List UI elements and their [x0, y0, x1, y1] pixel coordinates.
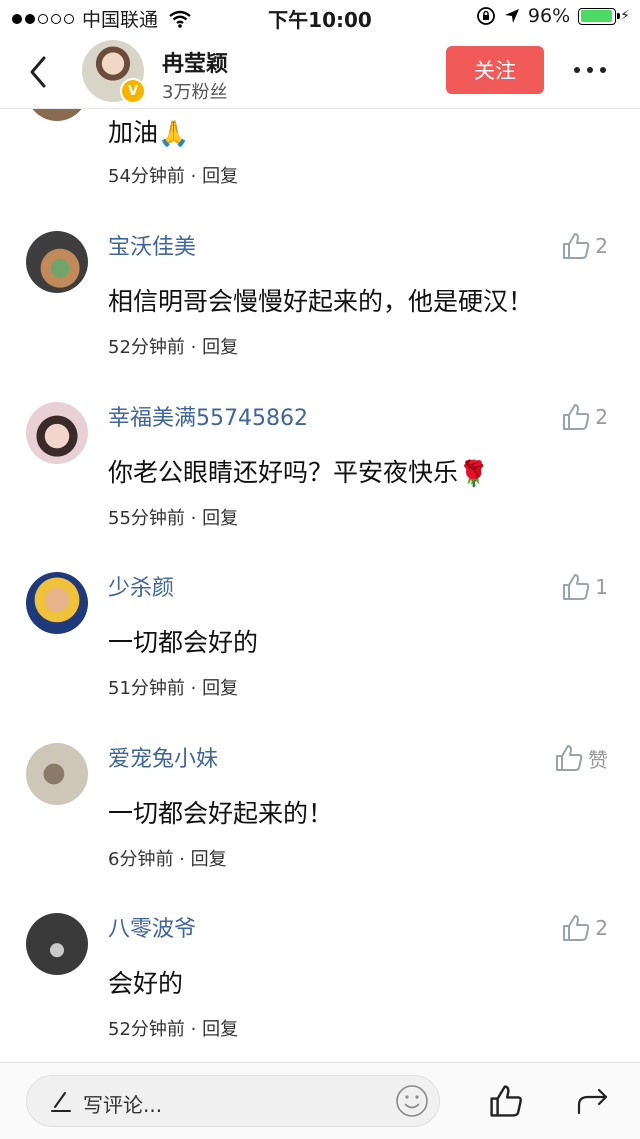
like-button[interactable]: 1 [561, 572, 608, 602]
fans-count: 3万粉丝 [162, 82, 228, 103]
comment-text-wrap: 你老公眼睛还好吗？平安夜快乐🌹 [108, 453, 489, 489]
praying-hands-emoji: 🙏 [158, 119, 190, 148]
comment-username[interactable]: 少杀颜 [108, 570, 174, 602]
comment-input[interactable]: 写评论... [26, 1075, 440, 1127]
comment-time: 52分钟前 [108, 1019, 185, 1040]
rose-emoji: 🌹 [458, 459, 490, 488]
comment-username[interactable]: 爱宠兔小妹 [108, 741, 218, 773]
comment-username[interactable]: 幸福美满55745862 [108, 400, 308, 432]
comment-placeholder: 写评论... [83, 1093, 163, 1117]
comment-time: 6分钟前 [108, 849, 174, 870]
reply-link[interactable]: 回复 [202, 337, 238, 358]
like-count: 2 [595, 405, 608, 429]
share-icon[interactable] [576, 1085, 610, 1117]
comment-item: 八零波爷 2 会好的 52分钟前 · 回复 [0, 909, 640, 1059]
avatar[interactable] [26, 743, 88, 805]
like-count: 1 [595, 575, 608, 599]
smiley-icon[interactable] [395, 1084, 429, 1118]
comment-text: 相信明哥会慢慢好起来的，他是硬汉！ [108, 287, 534, 316]
like-count: 2 [595, 916, 608, 940]
avatar[interactable] [26, 231, 88, 293]
comment-time: 51分钟前 [108, 678, 185, 699]
battery-percent: 96% [527, 5, 571, 27]
comment-meta: 52分钟前 · 回复 [108, 333, 238, 359]
thumbs-up-icon[interactable] [488, 1083, 524, 1119]
comment-item: 幸福美满55745862 2 你老公眼睛还好吗？平安夜快乐🌹 55分钟前 · 回… [0, 398, 640, 548]
like-button[interactable]: 2 [561, 231, 608, 261]
comment-username[interactable]: 宝沃佳美 [108, 229, 196, 261]
bottom-bar: 写评论... [0, 1062, 640, 1139]
comment-meta: 6分钟前 · 回复 [108, 845, 227, 871]
thumbs-up-icon [563, 404, 590, 430]
thumbs-up-icon [563, 574, 590, 600]
comment-username[interactable]: 八零波爷 [108, 911, 196, 943]
meta-separator: · [184, 1019, 203, 1040]
verified-badge-icon: V [120, 78, 146, 104]
thumbs-up-icon [563, 233, 590, 259]
comment-text: 会好的 [108, 969, 184, 998]
like-button[interactable]: 2 [561, 402, 608, 432]
more-icon[interactable] [574, 58, 614, 82]
thumbs-up-icon [563, 915, 590, 941]
comment-text: 一切都会好起来的！ [108, 799, 334, 828]
status-bar: 中国联通 下午10:00 96% ⚡ [0, 0, 640, 36]
comment-time: 54分钟前 [108, 166, 185, 187]
comment-text: 加油 [108, 118, 159, 147]
comment-time: 55分钟前 [108, 508, 185, 529]
reply-link[interactable]: 回复 [202, 678, 238, 699]
profile-avatar[interactable]: V [82, 40, 146, 104]
avatar[interactable] [26, 402, 88, 464]
comment-text: 一切都会好的 [108, 628, 259, 657]
location-icon [504, 9, 519, 23]
meta-separator: · [173, 849, 191, 870]
profile-name[interactable]: 冉莹颖 [162, 46, 228, 78]
avatar[interactable] [26, 572, 88, 634]
reply-link[interactable]: 回复 [202, 166, 238, 187]
meta-separator: · [184, 166, 203, 187]
avatar[interactable] [26, 913, 88, 975]
meta-separator: · [184, 508, 203, 529]
comment-item: 爱宠兔小妹 赞 一切都会好起来的！ 6分钟前 · 回复 [0, 739, 640, 889]
thumbs-up-icon [556, 745, 583, 771]
comment-meta: 52分钟前 · 回复 [108, 1015, 238, 1041]
pen-icon [51, 1092, 71, 1112]
comment-meta: 55分钟前 · 回复 [108, 504, 238, 530]
rotation-lock-icon [477, 7, 495, 25]
reply-link[interactable]: 回复 [202, 1019, 238, 1040]
back-icon[interactable] [22, 50, 58, 94]
comment-item: 少杀颜 1 一切都会好的 51分钟前 · 回复 [0, 568, 640, 718]
meta-separator: · [184, 337, 203, 358]
comment-item: 宝沃佳美 2 相信明哥会慢慢好起来的，他是硬汉！ 52分钟前 · 回复 [0, 227, 640, 377]
meta-separator: · [184, 678, 203, 699]
profile-header: V 冉莹颖 3万粉丝 关注 [0, 36, 640, 109]
charging-icon: ⚡ [620, 8, 630, 24]
comment-text-wrap: 加油🙏 [108, 113, 189, 149]
comment-meta: 54分钟前 · 回复 [108, 162, 238, 188]
avatar[interactable] [26, 109, 88, 121]
like-button[interactable]: 赞 [554, 743, 608, 773]
comment-meta: 51分钟前 · 回复 [108, 674, 238, 700]
comment-list: 加油🙏 54分钟前 · 回复 宝沃佳美 2 相信明哥会慢慢好起来的，他是硬汉！ … [0, 109, 640, 1060]
comment-text: 你老公眼睛还好吗？平安夜快乐 [108, 458, 459, 487]
reply-link[interactable]: 回复 [202, 508, 238, 529]
like-count: 赞 [588, 747, 608, 772]
like-count: 2 [595, 234, 608, 258]
status-right: 96% ⚡ [476, 5, 630, 27]
reply-link[interactable]: 回复 [191, 849, 227, 870]
comment-time: 52分钟前 [108, 337, 185, 358]
comment-item: 加油🙏 54分钟前 · 回复 [0, 109, 640, 213]
battery-icon [578, 7, 621, 25]
follow-button[interactable]: 关注 [446, 46, 544, 94]
like-button[interactable]: 2 [561, 913, 608, 943]
